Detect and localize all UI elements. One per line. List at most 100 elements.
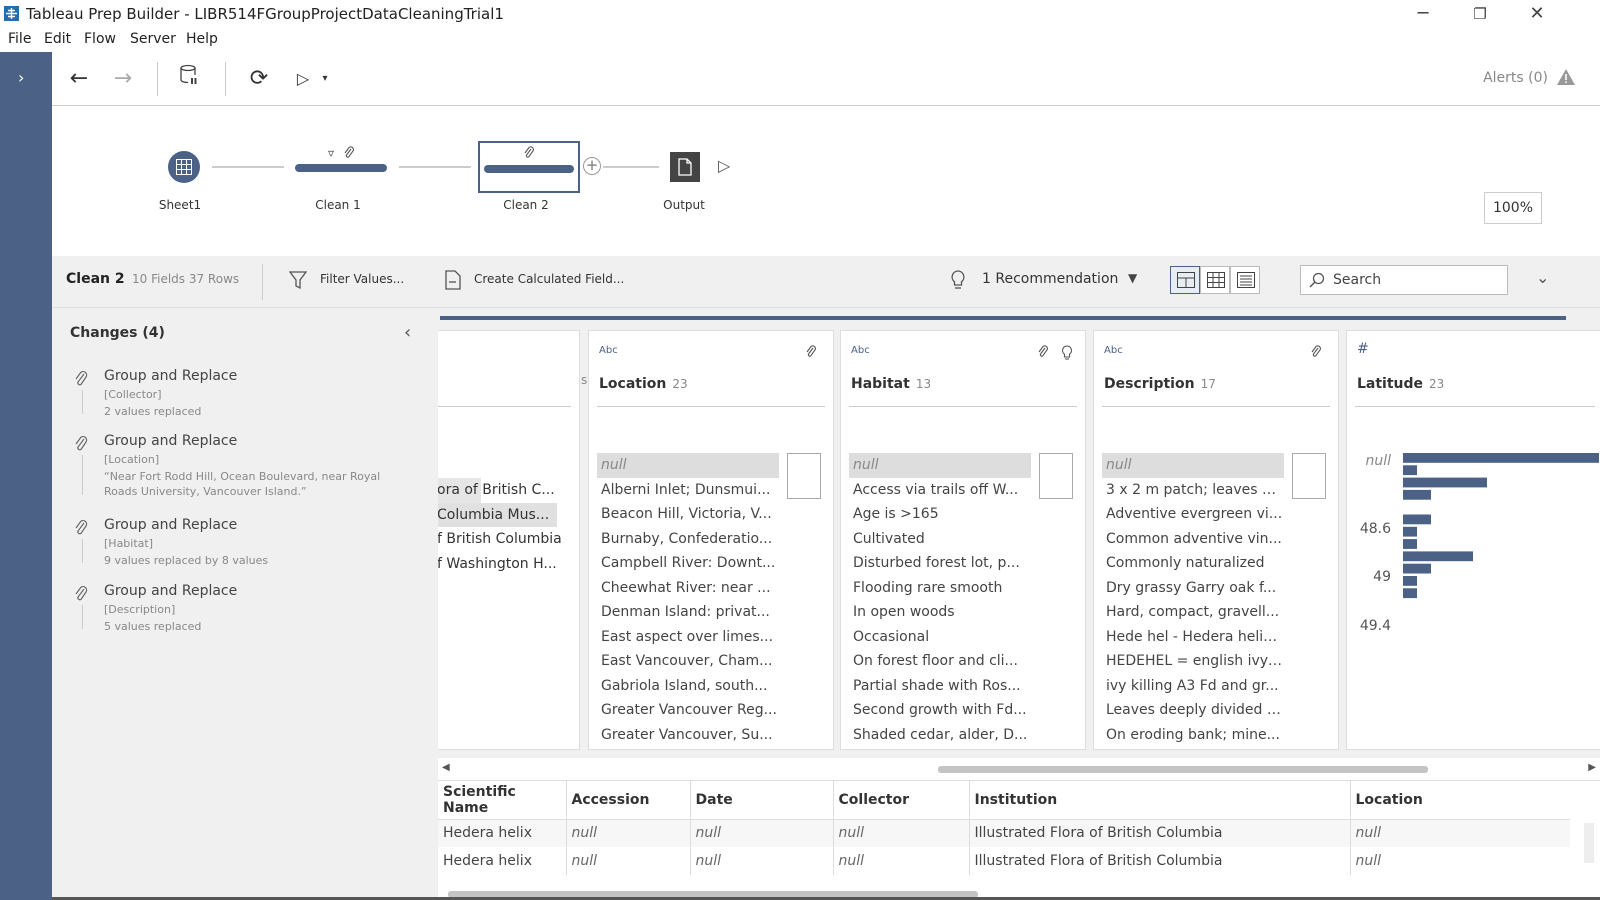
column-header[interactable]: Location	[1350, 781, 1570, 820]
profile-horizontal-scrollbar[interactable]: ◀ ▶	[438, 758, 1600, 780]
field-card-latitude[interactable]: # Latitude 23 null 48.6 49 49.4	[1346, 330, 1600, 750]
change-item[interactable]: Group and Replace [Habitat] 9 values rep…	[70, 517, 420, 577]
histogram-bar[interactable]	[1403, 588, 1417, 599]
warning-icon[interactable]	[1556, 68, 1576, 86]
histogram-bar[interactable]	[1403, 489, 1431, 500]
value-row[interactable]: Occasional	[849, 625, 1031, 650]
value-row[interactable]: Common adventive vin...	[1102, 527, 1284, 552]
menu-edit[interactable]: Edit	[44, 31, 71, 47]
recommendations-dropdown-icon[interactable]: ▼	[1128, 271, 1137, 285]
latitude-histogram[interactable]: null 48.6 49 49.4	[1347, 441, 1600, 641]
value-row[interactable]: Campbell River: Downt...	[597, 551, 779, 576]
value-row[interactable]: Greater Vancouver, Su...	[597, 723, 779, 748]
value-minimap[interactable]	[787, 453, 821, 499]
value-row[interactable]: Second growth with Fd...	[849, 698, 1031, 723]
collapse-chevron-down-icon[interactable]: ⌄	[1536, 268, 1549, 287]
filter-icon[interactable]	[289, 270, 307, 290]
change-item[interactable]: Group and Replace [Collector] 2 values r…	[70, 368, 420, 428]
create-calculated-field-button[interactable]: Create Calculated Field...	[474, 272, 624, 286]
value-row[interactable]: Leaves deeply divided i...	[1102, 698, 1284, 723]
histogram-bar[interactable]	[1403, 453, 1599, 463]
value-row[interactable]: Beacon Hill, Victoria, V...	[597, 502, 779, 527]
value-row[interactable]: Commonly naturalized	[1102, 551, 1284, 576]
value-row[interactable]: Adventive evergreen vi...	[1102, 502, 1284, 527]
value-row[interactable]: null	[1102, 453, 1284, 478]
profile-view-toggle[interactable]	[1170, 266, 1200, 294]
value-row[interactable]: Age is >165	[849, 502, 1031, 527]
table-cell[interactable]: null	[690, 847, 834, 875]
output-node[interactable]	[670, 152, 700, 182]
value-row[interactable]: Shaded cedar, alder, D...	[849, 723, 1031, 748]
calculated-field-icon[interactable]	[445, 270, 461, 290]
table-cell[interactable]: null	[1350, 819, 1570, 847]
histogram-bar[interactable]	[1403, 551, 1473, 562]
table-cell[interactable]: null	[566, 819, 691, 847]
table-cell[interactable]: null	[690, 819, 834, 847]
field-card-habitat[interactable]: Abc Habitat 13 null Access via trails off…	[840, 330, 1086, 750]
value-row[interactable]: Gabriola Island, south...	[597, 674, 779, 699]
string-type-icon[interactable]: Abc	[1104, 345, 1123, 356]
table-cell[interactable]: null	[566, 847, 691, 875]
column-header[interactable]: Accession	[566, 781, 691, 820]
histogram-bar[interactable]	[1403, 465, 1417, 476]
histogram-bar[interactable]	[1403, 576, 1417, 586]
table-cell[interactable]: Illustrated Flora of British Columbia	[969, 847, 1351, 875]
string-type-icon[interactable]: Abc	[851, 345, 870, 356]
value-row[interactable]: Dry grassy Garry oak f...	[1102, 576, 1284, 601]
value-row[interactable]: On eroding bank; mine...	[1102, 723, 1284, 748]
column-header[interactable]: Collector	[833, 781, 970, 820]
value-row[interactable]: East aspect over limes...	[597, 625, 779, 650]
refresh-icon[interactable]: ⟳	[244, 64, 274, 94]
menu-flow[interactable]: Flow	[84, 31, 116, 47]
filter-values-button[interactable]: Filter Values...	[320, 272, 404, 286]
change-item[interactable]: Group and Replace [Location] “Near Fort …	[70, 433, 420, 513]
value-row[interactable]: Hede hel - Hedera helix...	[1102, 625, 1284, 650]
add-step-plus-icon[interactable]: +	[583, 157, 601, 175]
value-row[interactable]: null	[849, 453, 1031, 478]
value-row[interactable]: East Vancouver, Cham...	[597, 649, 779, 674]
table-cell[interactable]: Hedera helix	[438, 847, 567, 875]
histogram-bar[interactable]	[1403, 477, 1487, 488]
back-arrow-icon[interactable]: ←	[64, 64, 94, 94]
table-cell[interactable]: null	[833, 819, 970, 847]
value-row[interactable]: Flooding rare smooth	[849, 576, 1031, 601]
data-source-icon[interactable]	[174, 64, 204, 94]
number-type-icon[interactable]: #	[1357, 341, 1369, 357]
string-type-icon[interactable]: Abc	[599, 345, 618, 356]
search-box[interactable]	[1300, 265, 1508, 295]
change-item[interactable]: Group and Replace [Description] 5 values…	[70, 583, 420, 643]
recommendations-button[interactable]: 1 Recommendation	[982, 271, 1118, 287]
lightbulb-icon[interactable]	[950, 270, 966, 292]
list-view-toggle[interactable]	[1230, 266, 1260, 294]
input-node[interactable]	[168, 151, 200, 183]
alerts-label[interactable]: Alerts (0)	[1483, 70, 1548, 86]
value-minimap[interactable]	[1039, 453, 1073, 499]
value-row[interactable]: Cheewhat River: near ...	[597, 576, 779, 601]
table-cell[interactable]: Hedera helix	[438, 819, 567, 847]
table-cell[interactable]: null	[1350, 847, 1570, 875]
value-row[interactable]: 3 x 2 m patch; leaves m...	[1102, 478, 1284, 503]
field-card-description[interactable]: Abc Description 17 null 3 x 2 m patch; le…	[1093, 330, 1339, 750]
value-row[interactable]: Columbia Mus...	[438, 502, 557, 527]
column-header[interactable]: Scientific Name	[438, 781, 567, 820]
value-row[interactable]: Cultivated	[849, 527, 1031, 552]
menu-file[interactable]: File	[8, 31, 31, 47]
menu-server[interactable]: Server	[130, 31, 176, 47]
value-row[interactable]: ivy killing A3 Fd and gr...	[1102, 674, 1284, 699]
field-card-partial[interactable]: s ora of British C... Columbia Mus... f …	[438, 330, 587, 750]
value-row[interactable]: Burnaby, Confederatio...	[597, 527, 779, 552]
value-row[interactable]: Access via trails off W...	[849, 478, 1031, 503]
run-dropdown-icon[interactable]: ▾	[310, 64, 340, 94]
histogram-bar[interactable]	[1403, 514, 1431, 525]
value-row[interactable]: f British Columbia	[438, 527, 577, 552]
close-button[interactable]: ✕	[1522, 2, 1552, 26]
scroll-left-icon[interactable]: ◀	[442, 762, 450, 773]
table-cell[interactable]: Illustrated Flora of British Columbia	[969, 819, 1351, 847]
minimize-button[interactable]: ─	[1408, 2, 1438, 26]
forward-arrow-icon[interactable]: →	[108, 64, 138, 94]
scrollbar-thumb[interactable]	[938, 766, 1428, 773]
value-row[interactable]: ora of British C...	[438, 478, 555, 503]
restore-button[interactable]: ❐	[1465, 2, 1495, 26]
value-minimap[interactable]	[1292, 453, 1326, 499]
search-input[interactable]	[1333, 270, 1498, 290]
